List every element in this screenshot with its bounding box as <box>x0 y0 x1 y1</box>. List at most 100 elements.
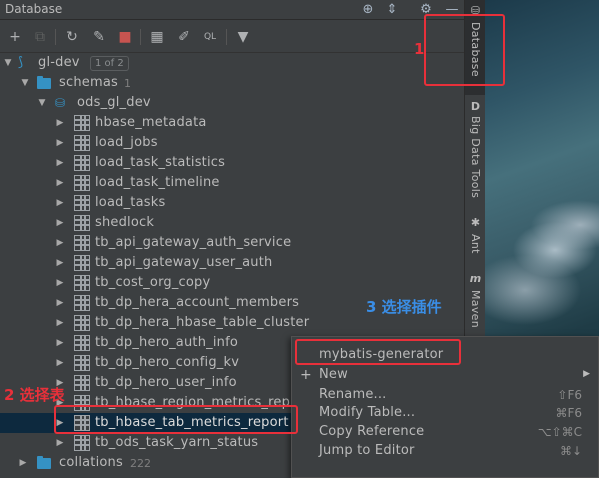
plus-icon: + <box>300 367 312 383</box>
table-icon <box>74 355 90 371</box>
expand-arrow-icon[interactable]: ▶ <box>55 177 65 189</box>
table-label: tb_api_gateway_auth_service <box>95 235 292 250</box>
expand-arrow-icon[interactable]: ▶ <box>55 357 65 369</box>
menu-item-rename[interactable]: Rename... ⇧F6 <box>292 386 598 405</box>
table-label: tb_ods_task_yarn_status <box>95 435 259 450</box>
filter-icon[interactable]: ▼ <box>234 28 252 46</box>
table-label: tb_dp_hera_hbase_table_cluster <box>95 315 310 330</box>
expand-arrow-icon[interactable]: ▶ <box>55 157 65 169</box>
expand-arrow-icon[interactable]: ▶ <box>55 297 65 309</box>
collations-label: collations <box>59 455 123 470</box>
table-row[interactable]: ▶ tb_api_gateway_auth_service <box>0 233 464 253</box>
stop-icon[interactable]: ■ <box>116 28 134 46</box>
menu-item-modify-table[interactable]: Modify Table... ⌘F6 <box>292 404 598 423</box>
add-icon[interactable]: + <box>6 28 24 46</box>
tool-tab-maven[interactable]: m Maven <box>465 268 486 334</box>
console-icon[interactable]: QL <box>201 28 219 46</box>
tree-node-schemas[interactable]: ▼ schemas 1 <box>0 73 464 93</box>
table-row[interactable]: ▶ load_tasks <box>0 193 464 213</box>
table-icon <box>74 235 90 251</box>
table-label: load_task_statistics <box>95 155 226 170</box>
tool-tab-ant[interactable]: ✱ Ant <box>465 212 486 262</box>
toolbar-divider <box>226 29 227 45</box>
table-label: tb_cost_org_copy <box>95 275 211 290</box>
toolbar-divider <box>55 29 56 45</box>
expand-arrow-icon[interactable]: ▶ <box>55 217 65 229</box>
menu-item-jump-to-editor[interactable]: Jump to Editor ⌘↓ <box>292 442 598 461</box>
annotation-step-2: 2 选择表 <box>4 386 65 404</box>
menu-item-shortcut: ⌘↓ <box>559 444 582 458</box>
table-label: tb_dp_hero_config_kv <box>95 355 240 370</box>
menu-item-label: Rename... <box>319 387 387 402</box>
table-view-icon[interactable]: ▦ <box>148 28 166 46</box>
expand-arrow-icon[interactable]: ▶ <box>55 437 65 449</box>
table-label: hbase_metadata <box>95 115 207 130</box>
expand-arrow-icon[interactable]: ▼ <box>3 57 13 69</box>
schema-label: ods_gl_dev <box>77 95 151 110</box>
table-icon <box>74 215 90 231</box>
table-row[interactable]: ▶ load_task_statistics <box>0 153 464 173</box>
maven-icon: m <box>469 272 482 285</box>
schemas-label: schemas <box>59 75 118 90</box>
table-icon <box>74 335 90 351</box>
refresh-icon[interactable]: ↻ <box>63 28 81 46</box>
expand-arrow-icon[interactable]: ▶ <box>55 257 65 269</box>
collapse-all-icon[interactable]: ⇕ <box>384 2 400 18</box>
table-label: load_task_timeline <box>95 175 220 190</box>
database-toolbar: + ⧉ ↻ ✎ ■ ▦ ✐ QL ▼ <box>0 21 464 53</box>
database-panel-titlebar: Database ⊕ ⇕ ⚙ — <box>0 0 464 20</box>
expand-arrow-icon[interactable]: ▶ <box>18 457 28 469</box>
panel-title: Database <box>5 2 63 16</box>
annotation-step-3: 3 选择插件 <box>366 298 442 316</box>
table-label: tb_dp_hero_auth_info <box>95 335 239 350</box>
collations-count: 222 <box>130 457 151 470</box>
tool-tab-big-data-tools[interactable]: D Big Data Tools <box>465 96 486 208</box>
copy-icon[interactable]: ⧉ <box>31 28 49 46</box>
tree-node-datasource[interactable]: ▼ ⟆ gl-dev 1 of 2 <box>0 53 464 73</box>
expand-arrow-icon[interactable]: ▶ <box>55 137 65 149</box>
menu-item-label: Copy Reference <box>319 424 425 439</box>
table-row[interactable]: ▶ load_jobs <box>0 133 464 153</box>
expand-arrow-icon[interactable]: ▶ <box>55 277 65 289</box>
menu-item-label: Jump to Editor <box>319 443 415 458</box>
menu-item-shortcut: ⌘F6 <box>555 406 582 420</box>
tool-tab-label: Big Data Tools <box>469 116 482 199</box>
table-row[interactable]: ▶ tb_cost_org_copy <box>0 273 464 293</box>
table-row[interactable]: ▶ hbase_metadata <box>0 113 464 133</box>
menu-item-copy-reference[interactable]: Copy Reference ⌥⇧⌘C <box>292 423 598 442</box>
annotation-box-plugin <box>295 339 461 365</box>
datasource-icon: ⟆ <box>18 55 24 70</box>
table-icon <box>74 115 90 131</box>
table-label: tb_dp_hera_account_members <box>95 295 300 310</box>
table-row[interactable]: ▶ load_task_timeline <box>0 173 464 193</box>
properties-icon[interactable]: ✎ <box>90 28 108 46</box>
expand-arrow-icon[interactable]: ▶ <box>55 317 65 329</box>
ant-icon: ✱ <box>470 216 481 229</box>
expand-arrow-icon[interactable]: ▶ <box>55 117 65 129</box>
menu-item-new[interactable]: + New ▶ <box>292 366 598 385</box>
menu-item-label: Modify Table... <box>319 405 416 420</box>
table-row[interactable]: ▶ tb_api_gateway_user_auth <box>0 253 464 273</box>
edit-icon[interactable]: ✐ <box>175 28 193 46</box>
table-icon <box>74 315 90 331</box>
table-icon <box>74 155 90 171</box>
expand-arrow-icon[interactable]: ▶ <box>55 237 65 249</box>
crosshair-icon[interactable]: ⊕ <box>360 2 376 18</box>
annotation-step-1: 1 <box>414 40 425 58</box>
tool-tab-label: Maven <box>469 290 482 328</box>
table-label: tb_api_gateway_user_auth <box>95 255 273 270</box>
datasource-badge: 1 of 2 <box>90 56 129 71</box>
table-row[interactable]: ▶ shedlock <box>0 213 464 233</box>
table-label: shedlock <box>95 215 155 230</box>
annotation-box-table <box>54 405 298 434</box>
table-label: tb_dp_hero_user_info <box>95 375 237 390</box>
submenu-arrow-icon: ▶ <box>583 369 590 379</box>
table-icon <box>74 195 90 211</box>
expand-arrow-icon[interactable]: ▼ <box>37 97 47 109</box>
expand-arrow-icon[interactable]: ▶ <box>55 197 65 209</box>
table-icon <box>74 435 90 451</box>
toolbar-divider <box>140 29 141 45</box>
tree-node-schema[interactable]: ▼ ⛁ ods_gl_dev <box>0 93 464 113</box>
expand-arrow-icon[interactable]: ▼ <box>20 77 30 89</box>
expand-arrow-icon[interactable]: ▶ <box>55 337 65 349</box>
